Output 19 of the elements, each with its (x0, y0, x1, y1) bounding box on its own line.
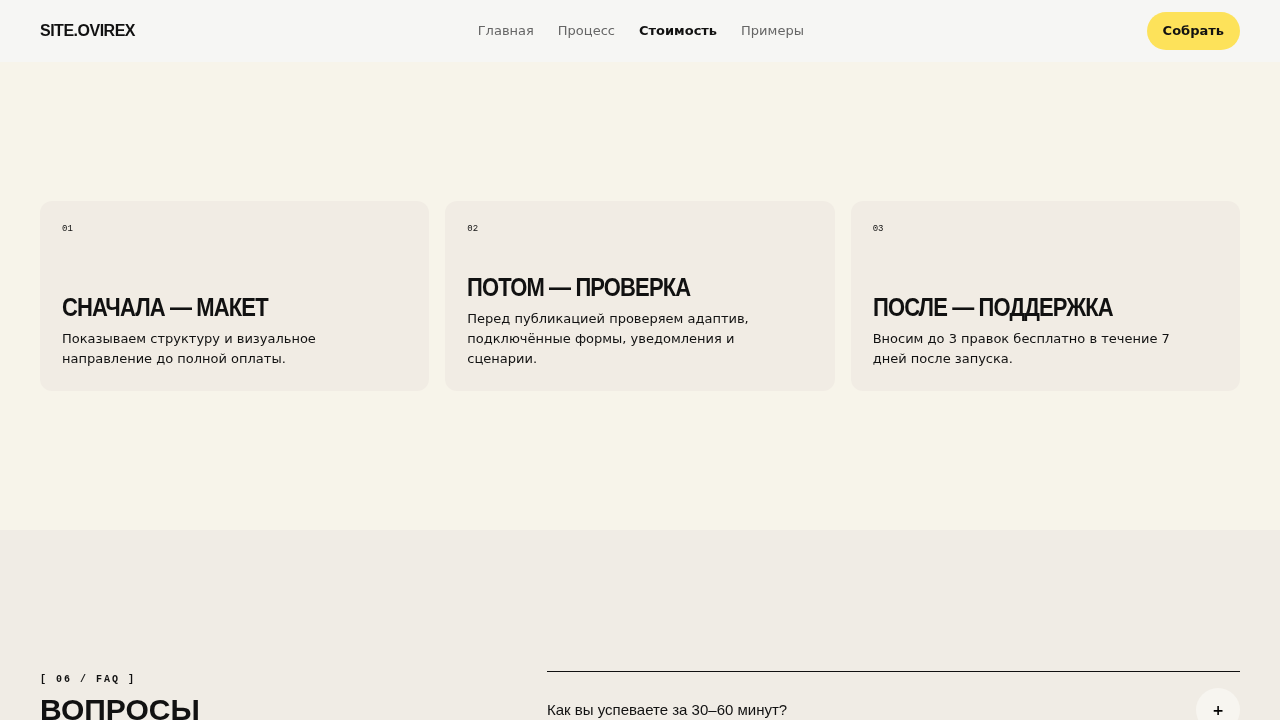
step-number: 02 (467, 223, 480, 236)
step-text: Вносим до 3 правок бесплатно в течение 7 дней после запуска. (872, 330, 1171, 368)
cta-button[interactable]: Собрать (1146, 12, 1240, 50)
nav-link[interactable]: Главная (477, 21, 534, 41)
step-number: 01 (62, 223, 74, 236)
nav-link[interactable]: Стоимость (638, 21, 718, 41)
expand-button[interactable]: + (1196, 688, 1240, 720)
section-label: [ 06 / FAQ ] (40, 673, 137, 687)
step-text: Перед публикацией проверяем адаптив, подключённые формы, уведомления и сценарии. (467, 310, 750, 368)
step-number: 03 (872, 223, 885, 236)
section-title: ВОПРОСЫ (40, 695, 201, 720)
step-title: ПОТОМ — ПРОВЕРКА (467, 273, 692, 301)
nav-link[interactable]: Примеры (741, 21, 804, 41)
nav-link[interactable]: Процесс (557, 21, 615, 41)
step-text: Показываем структуру и визуальное направление до полной оплаты. (62, 330, 317, 368)
logo[interactable]: SITE.OVIREX (40, 19, 135, 43)
faq-question: Как вы успеваете за 30–60 минут? (547, 699, 788, 720)
step-title: СНАЧАЛА — МАКЕТ (62, 293, 270, 321)
step-title: ПОСЛЕ — ПОДДЕРЖКА (872, 293, 1114, 321)
